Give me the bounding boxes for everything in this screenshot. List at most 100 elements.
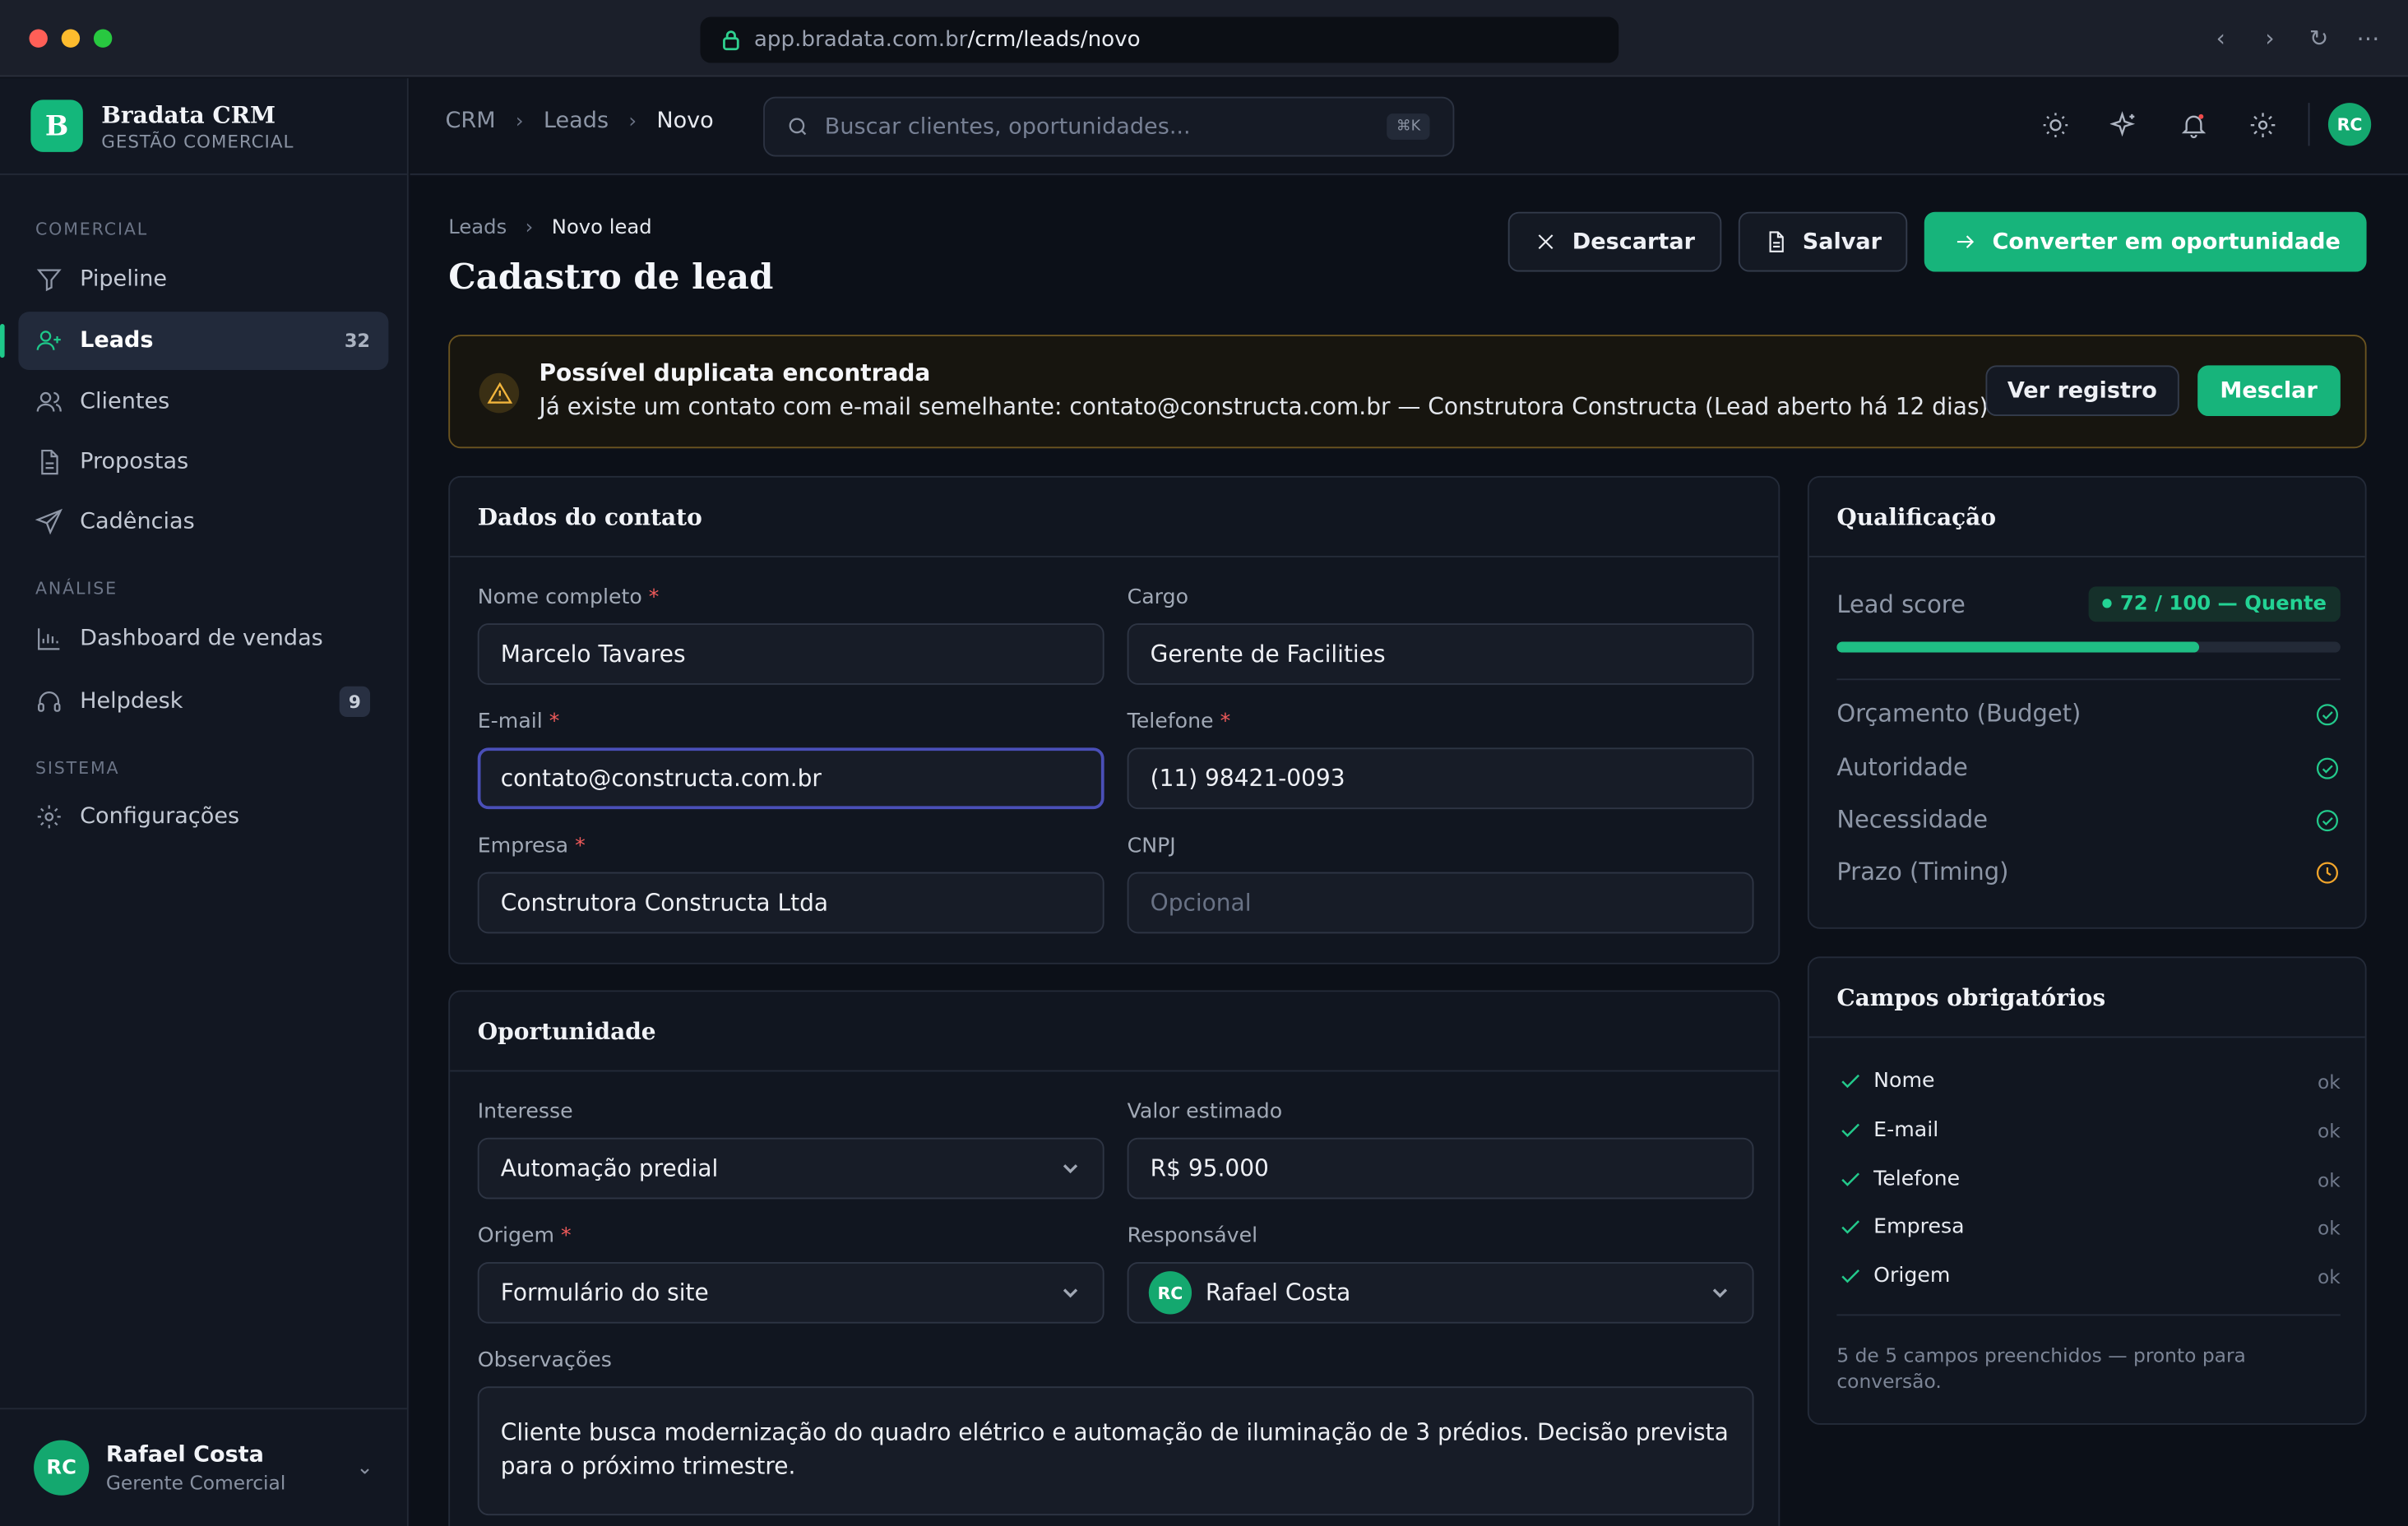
- criterion-timing: Prazo (Timing): [1836, 858, 2340, 886]
- card-title: Campos obrigatórios: [1808, 958, 2365, 1038]
- sidebar-item-leads[interactable]: Leads 32: [0, 312, 389, 371]
- required-summary: 5 de 5 campos preenchidos — pronto para …: [1836, 1343, 2246, 1393]
- sidebar-item-configuracoes[interactable]: Configurações: [18, 788, 388, 846]
- page-title: Cadastro de lead: [448, 257, 774, 298]
- phone-input[interactable]: (11) 98421-0093: [1127, 747, 1754, 810]
- cnpj-input[interactable]: Opcional: [1127, 872, 1754, 934]
- user-plus-icon: [36, 331, 61, 350]
- field-label: E-mail: [477, 709, 543, 734]
- view-record-button[interactable]: Ver registro: [1985, 365, 2179, 417]
- required-fields-card: Campos obrigatórios Nome ok E-mail ok Te…: [1807, 956, 2367, 1425]
- card-title: Qualificação: [1808, 478, 2365, 557]
- criterion-label: Autoridade: [1836, 753, 1968, 782]
- forward-icon[interactable]: ›: [2258, 21, 2282, 55]
- url-path: /crm/leads/novo: [967, 27, 1141, 53]
- field-label: Observações: [477, 1348, 612, 1373]
- sidebar-item-propostas[interactable]: Propostas: [18, 433, 388, 492]
- interest-select[interactable]: Automação predial: [477, 1137, 1104, 1200]
- brand[interactable]: B Bradata CRM GESTÃO COMERCIAL: [0, 78, 407, 175]
- email-input[interactable]: contato@constructa.com.br: [477, 747, 1104, 810]
- alert-message: Já existe um contato com e-mail semelhan…: [539, 393, 1989, 421]
- theme-toggle-button[interactable]: [2040, 109, 2070, 140]
- sidebar-item-clientes[interactable]: Clientes: [18, 373, 388, 432]
- card-title: Dados do contato: [450, 478, 1779, 557]
- document-icon: [41, 449, 58, 475]
- nav-section-analise: ANÁLISE: [35, 578, 118, 599]
- settings-button[interactable]: [2247, 109, 2277, 140]
- notes-textarea[interactable]: Cliente busca modernização do quadro elé…: [477, 1386, 1754, 1516]
- required-mark: *: [549, 709, 560, 734]
- notes-field: Observações Cliente busca modernização d…: [477, 1348, 1754, 1516]
- origin-select[interactable]: Formulário do site: [477, 1261, 1104, 1324]
- sidebar-item-label: Configurações: [80, 804, 240, 830]
- close-icon: [1538, 234, 1554, 250]
- url-domain: app.bradata.com.br: [753, 27, 968, 53]
- opportunity-card: Oportunidade Interesse Automação predial…: [448, 990, 1781, 1526]
- owner-select[interactable]: RC Rafael Costa: [1127, 1261, 1754, 1324]
- notifications-button[interactable]: [2178, 109, 2208, 140]
- ai-assistant-button[interactable]: [2109, 109, 2139, 140]
- score-text: 72 / 100 — Quente: [2119, 592, 2327, 616]
- discard-label: Descartar: [1572, 229, 1695, 255]
- chevron-down-icon[interactable]: ⌄: [356, 1456, 373, 1479]
- convert-button[interactable]: Converter em oportunidade: [1924, 211, 2367, 272]
- list-item: Empresa ok: [1836, 1214, 2341, 1239]
- save-button[interactable]: Salvar: [1738, 211, 1908, 272]
- required-field-label: Origem: [1873, 1263, 1951, 1288]
- users-icon: [36, 391, 62, 412]
- breadcrumb-leads[interactable]: Leads: [544, 109, 609, 134]
- topbar: CRM › Leads › Novo Buscar clientes, opor…: [410, 78, 2408, 175]
- value-input[interactable]: R$ 95.000: [1127, 1137, 1754, 1200]
- maximize-window-button[interactable]: [93, 29, 113, 48]
- convert-label: Converter em oportunidade: [1992, 229, 2341, 255]
- user-name: Rafael Costa: [105, 1442, 264, 1468]
- breadcrumb-current: Novo lead: [551, 216, 652, 240]
- gear-icon: [37, 805, 61, 829]
- sidebar-item-label: Pipeline: [80, 266, 168, 292]
- field-label: Empresa: [477, 833, 569, 858]
- back-icon[interactable]: ‹: [2208, 21, 2233, 55]
- role-input[interactable]: Gerente de Facilities: [1127, 623, 1754, 685]
- sidebar-item-helpdesk[interactable]: Helpdesk 9: [18, 673, 388, 731]
- divider: [1836, 678, 2341, 681]
- page-breadcrumb: Leads › Novo lead: [448, 216, 651, 239]
- breadcrumb-current: Novo: [656, 109, 714, 134]
- sidebar-item-label: Propostas: [80, 450, 189, 475]
- name-input[interactable]: Marcelo Tavares: [477, 623, 1104, 685]
- helpdesk-count: 9: [339, 686, 371, 718]
- user-menu[interactable]: RC Rafael Costa Gerente Comercial ⌄: [0, 1408, 407, 1526]
- chevron-right-icon: ›: [525, 216, 534, 240]
- reload-icon[interactable]: ↻: [2307, 21, 2332, 55]
- list-item: Telefone ok: [1836, 1167, 2341, 1191]
- name-field: Nome completo * Marcelo Tavares: [477, 585, 1104, 685]
- nav-section-sistema: SISTEMA: [35, 758, 120, 779]
- avatar[interactable]: RC: [2327, 103, 2372, 146]
- sidebar-item-cadencias[interactable]: Cadências: [18, 492, 388, 551]
- sidebar-item-pipeline[interactable]: Pipeline: [18, 250, 388, 308]
- company-input[interactable]: Construtora Constructa Ltda: [477, 872, 1104, 934]
- more-icon[interactable]: ⋯: [2356, 21, 2381, 55]
- close-window-button[interactable]: [29, 29, 48, 48]
- sidebar-item-dashboard[interactable]: Dashboard de vendas: [18, 609, 388, 668]
- bell-icon: [2180, 113, 2206, 138]
- chevron-down-icon: [1712, 1288, 1728, 1298]
- criterion-budget: Orçamento (Budget): [1836, 701, 2340, 728]
- field-label: Valor estimado: [1127, 1099, 1283, 1124]
- criterion-label: Necessidade: [1836, 806, 1989, 834]
- headset-icon: [38, 691, 61, 712]
- required-mark: *: [648, 585, 660, 610]
- divider: [1836, 1314, 2341, 1316]
- minimize-window-button[interactable]: [61, 29, 81, 48]
- discard-button[interactable]: Descartar: [1507, 211, 1721, 272]
- address-bar[interactable]: app.bradata.com.br/crm/leads/novo: [700, 16, 1619, 63]
- document-icon: [1768, 231, 1784, 252]
- breadcrumb-leads[interactable]: Leads: [448, 216, 507, 239]
- sidebar: B Bradata CRM GESTÃO COMERCIAL COMERCIAL…: [0, 78, 409, 1526]
- contact-card: Dados do contato Nome completo * Marcelo…: [448, 475, 1781, 964]
- score-progress-bar: [1836, 641, 2341, 653]
- search-input[interactable]: Buscar clientes, oportunidades... ⌘K: [763, 96, 1455, 157]
- merge-button[interactable]: Mesclar: [2197, 365, 2341, 417]
- required-field-label: Empresa: [1873, 1214, 1965, 1239]
- breadcrumb-crm[interactable]: CRM: [446, 109, 496, 134]
- gear-icon: [2249, 112, 2275, 137]
